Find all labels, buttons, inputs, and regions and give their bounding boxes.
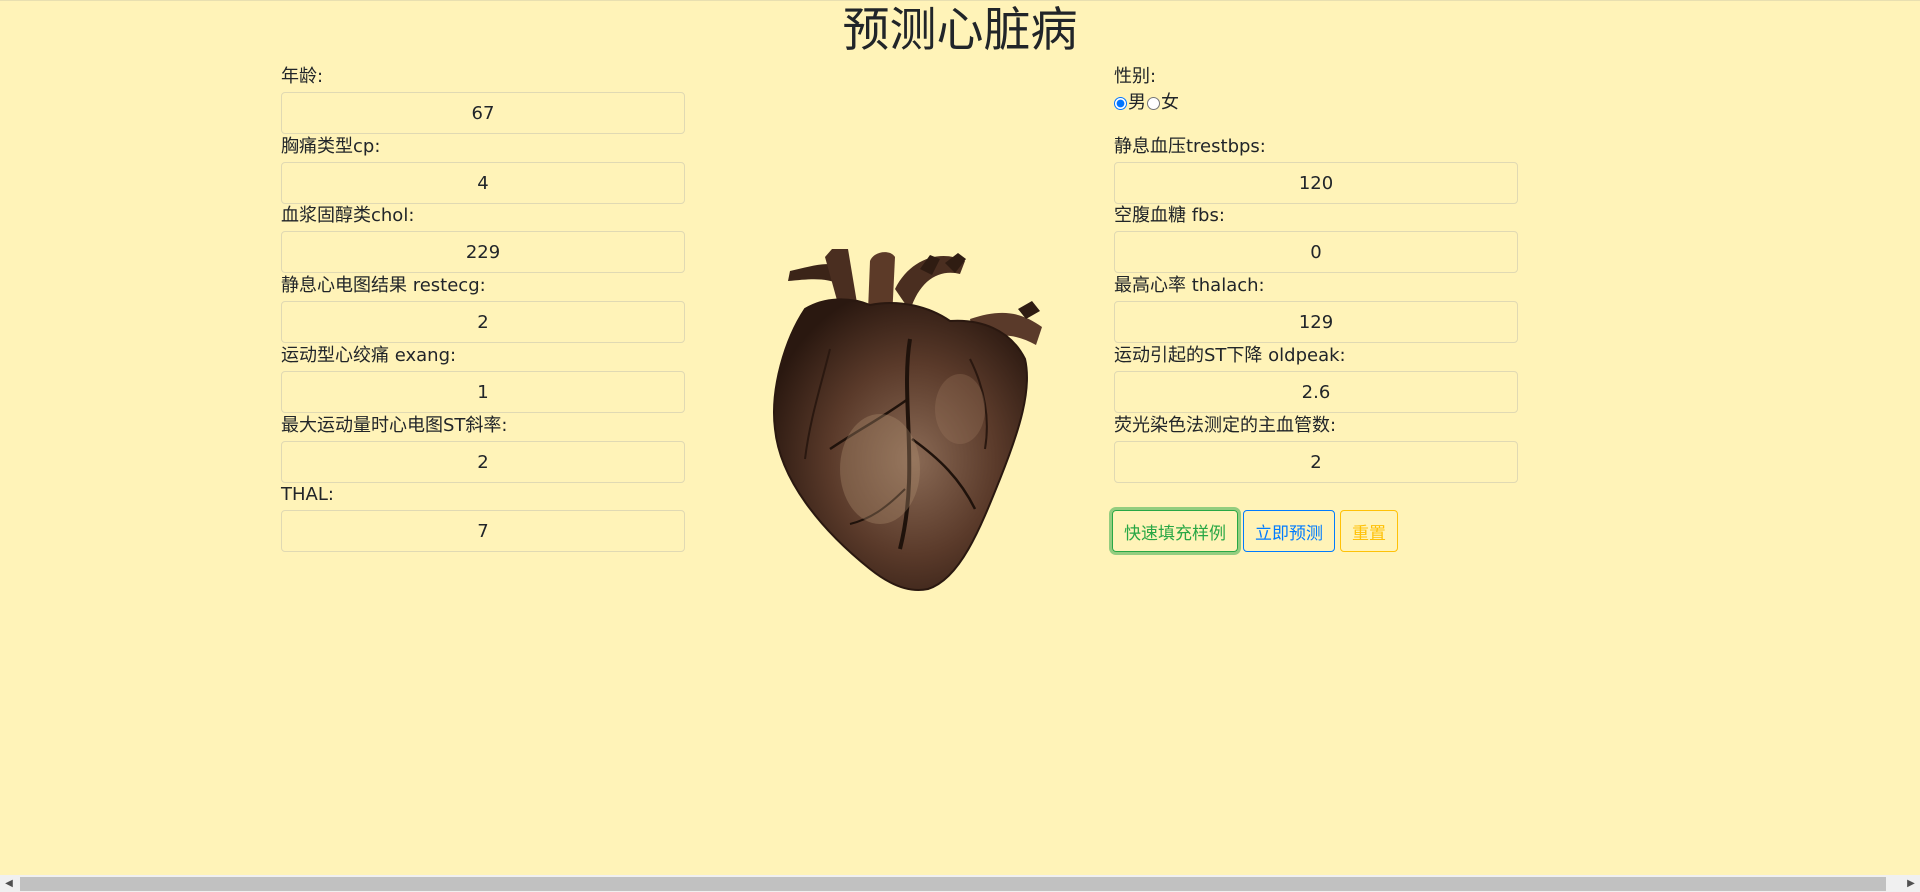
age-input[interactable]	[281, 92, 685, 134]
trestbps-input[interactable]	[1114, 162, 1518, 204]
field-cp: 胸痛类型cp:	[281, 136, 685, 204]
field-label: 空腹血糖 fbs:	[1114, 205, 1225, 226]
field-label: 静息心电图结果 restecg:	[281, 275, 486, 296]
restecg-input[interactable]	[281, 301, 685, 343]
sex-radio-female[interactable]	[1147, 96, 1160, 110]
field-label: 性别:	[1114, 66, 1157, 87]
field-restecg: 静息心电图结果 restecg:	[281, 275, 685, 343]
page: 预测心脏病 年龄: 胸痛类型cp: 血浆固醇类chol: 静息心电图结果 res…	[0, 0, 1920, 892]
field-label: 最高心率 thalach:	[1114, 275, 1265, 296]
field-ca: 荧光染色法测定的主血管数:	[1114, 415, 1518, 483]
action-buttons: 快速填充样例 立即预测 重置	[1112, 510, 1403, 552]
sex-radio-group: 男 女	[1114, 92, 1518, 114]
field-label: 运动引起的ST下降 oldpeak:	[1114, 345, 1346, 366]
horizontal-scrollbar[interactable]: ◀ ▶	[0, 875, 1920, 892]
slope-input[interactable]	[281, 441, 685, 483]
field-thal: THAL:	[281, 484, 685, 552]
field-fbs: 空腹血糖 fbs:	[1114, 205, 1518, 273]
field-chol: 血浆固醇类chol:	[281, 205, 685, 273]
field-sex: 性别: 男 女	[1114, 66, 1518, 114]
page-title: 预测心脏病	[842, 3, 1078, 58]
field-label: THAL:	[281, 484, 334, 505]
anatomical-heart-icon	[773, 249, 1042, 591]
field-oldpeak: 运动引起的ST下降 oldpeak:	[1114, 345, 1518, 413]
field-label: 荧光染色法测定的主血管数:	[1114, 415, 1337, 436]
exang-input[interactable]	[281, 371, 685, 413]
field-thalach: 最高心率 thalach:	[1114, 275, 1518, 343]
ca-input[interactable]	[1114, 441, 1518, 483]
field-slope: 最大运动量时心电图ST斜率:	[281, 415, 685, 483]
scroll-left-icon[interactable]: ◀	[0, 875, 18, 892]
cp-input[interactable]	[281, 162, 685, 204]
scrollbar-thumb[interactable]	[20, 877, 1886, 891]
field-label: 年龄:	[281, 66, 324, 87]
field-exang: 运动型心绞痛 exang:	[281, 345, 685, 413]
sex-radio-male[interactable]	[1114, 96, 1127, 110]
field-trestbps: 静息血压trestbps:	[1114, 136, 1518, 204]
chol-input[interactable]	[281, 231, 685, 273]
field-age: 年龄:	[281, 66, 685, 134]
field-label: 静息血压trestbps:	[1114, 136, 1266, 157]
fbs-input[interactable]	[1114, 231, 1518, 273]
radio-label-female: 女	[1161, 92, 1179, 113]
field-label: 胸痛类型cp:	[281, 136, 381, 157]
field-label: 运动型心绞痛 exang:	[281, 345, 457, 366]
scroll-right-icon[interactable]: ▶	[1902, 875, 1920, 892]
radio-label-male: 男	[1128, 92, 1146, 113]
quick-fill-button[interactable]: 快速填充样例	[1112, 510, 1238, 552]
thal-input[interactable]	[281, 510, 685, 552]
oldpeak-input[interactable]	[1114, 371, 1518, 413]
field-label: 最大运动量时心电图ST斜率:	[281, 415, 508, 436]
thalach-input[interactable]	[1114, 301, 1518, 343]
field-label: 血浆固醇类chol:	[281, 205, 415, 226]
predict-button[interactable]: 立即预测	[1243, 510, 1335, 552]
reset-button[interactable]: 重置	[1340, 510, 1398, 552]
